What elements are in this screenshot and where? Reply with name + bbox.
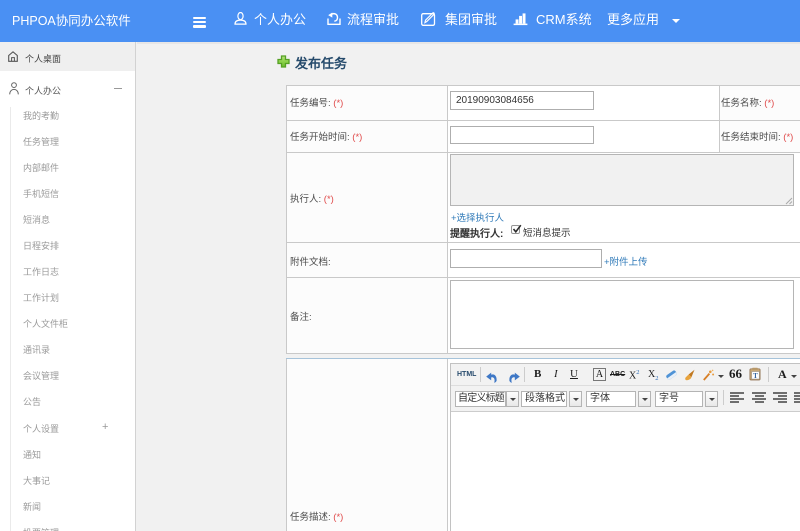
svg-text:T: T: [753, 372, 758, 380]
